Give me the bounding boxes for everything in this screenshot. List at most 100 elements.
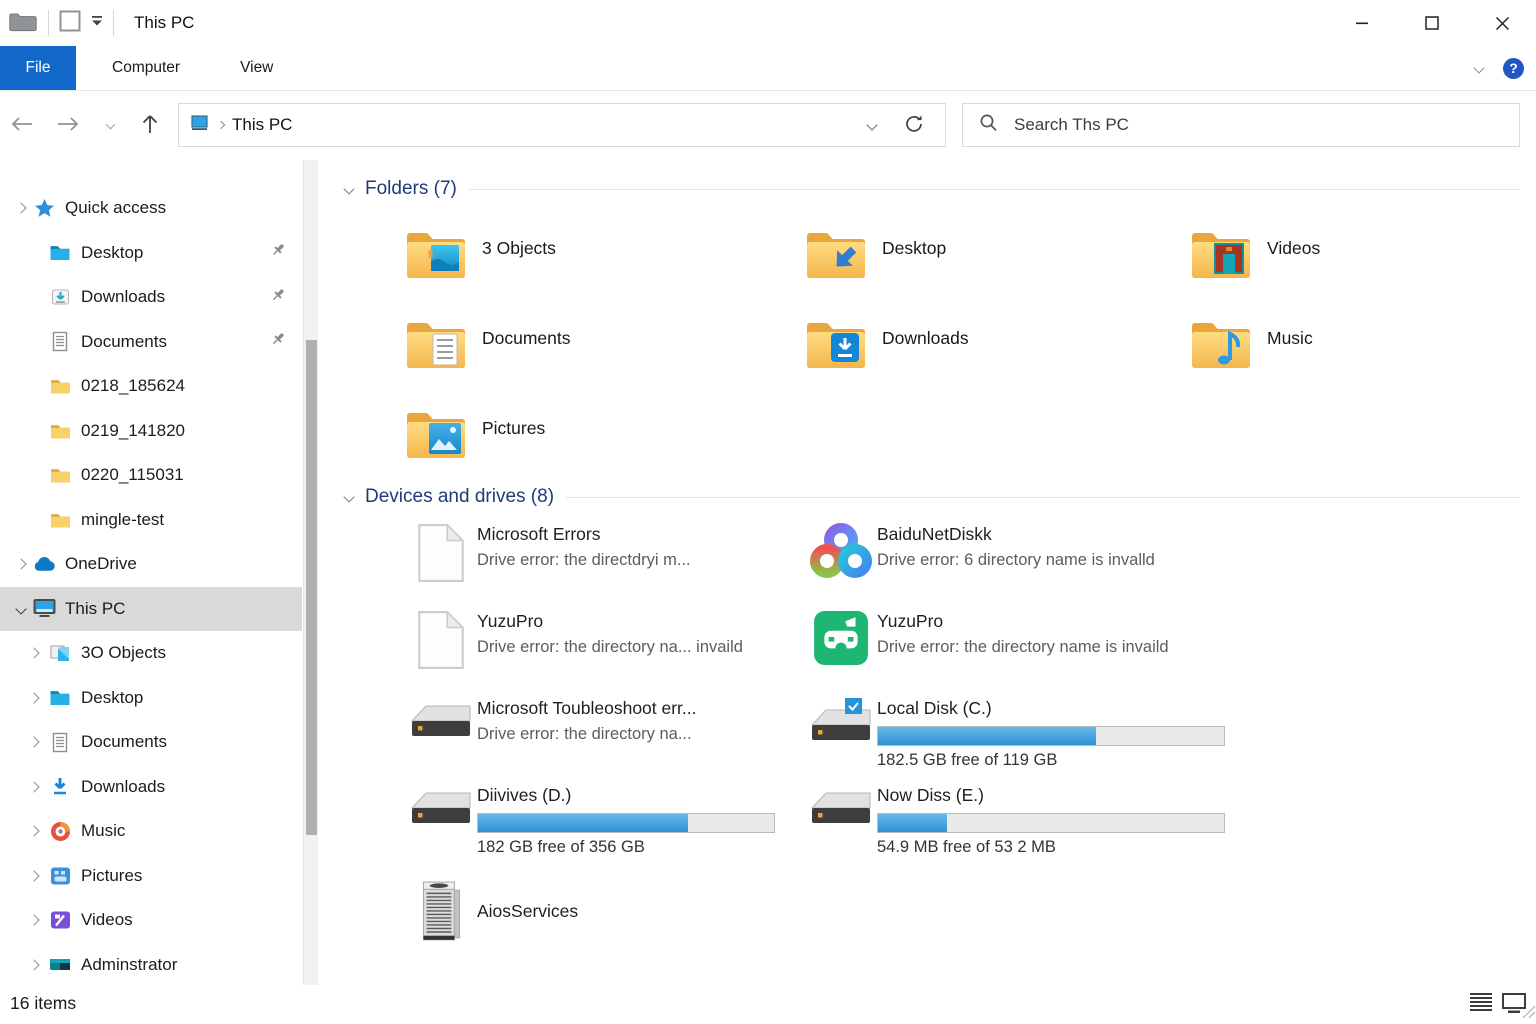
- device-tile-troubleshoot[interactable]: Microsoft Toubleoshoot err... Drive erro…: [405, 694, 805, 781]
- device-tile-microsoft-errors[interactable]: Microsoft Errors Drive error: the direct…: [405, 520, 805, 607]
- back-button[interactable]: [8, 106, 36, 142]
- sidebar-item-downloads-pinned[interactable]: Downloads: [0, 275, 302, 320]
- divider: [48, 10, 49, 36]
- sidebar-item-documents[interactable]: Documents: [0, 720, 302, 765]
- folder-icon: [48, 464, 72, 486]
- videos-folder-icon: [1190, 229, 1252, 286]
- sidebar-item-folder[interactable]: 0219_141820: [0, 409, 302, 454]
- sidebar-item-quick-access[interactable]: Quick access: [0, 186, 302, 231]
- chevron-right-icon[interactable]: [28, 648, 39, 659]
- help-button[interactable]: ?: [1503, 58, 1524, 79]
- forward-button[interactable]: [54, 106, 82, 142]
- ribbon-collapse-icon[interactable]: [1473, 62, 1484, 73]
- customize-toolbar-dropdown-icon[interactable]: [91, 14, 103, 32]
- sidebar-item-desktop-pinned[interactable]: Desktop: [0, 231, 302, 276]
- pin-icon[interactable]: [270, 331, 286, 352]
- folder-tile-documents[interactable]: Documents: [405, 302, 805, 392]
- sidebar-item-label: Downloads: [81, 287, 165, 307]
- sidebar-item-folder[interactable]: 0218_185624: [0, 364, 302, 409]
- device-status: Drive error: the directdryi m...: [477, 549, 691, 572]
- folder-tile-videos[interactable]: Videos: [1190, 212, 1320, 302]
- device-tile-baidunetdiskk[interactable]: BaiduNetDiskk Drive error: 6 directory n…: [805, 520, 1192, 607]
- device-tile-local-disk-c[interactable]: Local Disk (C.) 182.5 GB free of 119 GB: [805, 694, 1192, 781]
- chevron-right-icon[interactable]: [15, 203, 26, 214]
- chevron-right-icon[interactable]: [28, 781, 39, 792]
- sidebar-item-music[interactable]: Music: [0, 809, 302, 854]
- sidebar-item-label: Desktop: [81, 243, 143, 263]
- chevron-right-icon[interactable]: [28, 692, 39, 703]
- device-tile-drive-d[interactable]: Diivives (D.) 182 GB free of 356 GB: [405, 781, 805, 868]
- sidebar-item-documents-pinned[interactable]: Documents: [0, 320, 302, 365]
- folder-icon: [48, 375, 72, 397]
- sidebar-item-label: Videos: [81, 910, 133, 930]
- disk-free-text: 54.9 MB free of 53 2 MB: [877, 838, 1192, 857]
- close-button[interactable]: [1472, 0, 1532, 46]
- file-list-pane: Folders (7) 3 Objects Desktop Videos: [318, 160, 1536, 985]
- sidebar-item-administrator[interactable]: Adminstrator: [0, 943, 302, 986]
- up-button[interactable]: [136, 106, 164, 142]
- search-icon: [979, 113, 998, 137]
- search-input[interactable]: [1012, 114, 1436, 136]
- recent-locations-dropdown-icon[interactable]: [96, 106, 124, 142]
- group-collapse-icon[interactable]: [343, 183, 354, 194]
- breadcrumb-this-pc[interactable]: This PC: [232, 115, 292, 135]
- sidebar-item-label: 3O Objects: [81, 643, 166, 663]
- maximize-button[interactable]: [1402, 0, 1462, 46]
- sidebar-item-label: Documents: [81, 332, 167, 352]
- pin-icon[interactable]: [270, 242, 286, 263]
- tab-file[interactable]: File: [0, 46, 76, 90]
- folder-tile-downloads[interactable]: Downloads: [805, 302, 1190, 392]
- folder-icon[interactable]: [8, 9, 38, 38]
- search-box[interactable]: [962, 103, 1520, 147]
- group-header-devices[interactable]: Devices and drives (8): [345, 486, 1520, 508]
- tile-label: Desktop: [882, 238, 946, 259]
- folder-tile-pictures[interactable]: Pictures: [405, 392, 805, 482]
- chevron-right-icon[interactable]: [28, 737, 39, 748]
- group-header-folders[interactable]: Folders (7): [345, 178, 1520, 200]
- refresh-button[interactable]: [904, 114, 924, 140]
- sidebar-item-desktop[interactable]: Desktop: [0, 676, 302, 721]
- disk-free-text: 182.5 GB free of 119 GB: [877, 751, 1192, 770]
- device-tile-drive-e[interactable]: Now Diss (E.) 54.9 MB free of 53 2 MB: [805, 781, 1192, 868]
- chevron-right-icon[interactable]: [28, 826, 39, 837]
- device-tile-yuzupro[interactable]: YuzuPro Drive error: the directory name …: [805, 607, 1192, 694]
- sidebar-item-pictures[interactable]: Pictures: [0, 854, 302, 899]
- scrollbar-thumb[interactable]: [306, 340, 317, 835]
- folder-tile-desktop[interactable]: Desktop: [805, 212, 1190, 302]
- tile-label: Music: [1267, 328, 1313, 349]
- sidebar-item-folder[interactable]: 0220_115031: [0, 453, 302, 498]
- window-controls: [1332, 0, 1532, 46]
- address-bar[interactable]: This PC: [178, 103, 946, 147]
- pin-icon[interactable]: [270, 287, 286, 308]
- folder-tile-music[interactable]: Music: [1190, 302, 1320, 392]
- sidebar-scrollbar[interactable]: [303, 160, 318, 985]
- sidebar-item-onedrive[interactable]: OneDrive: [0, 542, 302, 587]
- device-tile-aiosservices[interactable]: AiosServices: [405, 868, 805, 955]
- sidebar-item-label: Adminstrator: [81, 955, 177, 975]
- sidebar-item-this-pc[interactable]: This PC: [0, 587, 302, 632]
- properties-button-icon[interactable]: [59, 10, 81, 37]
- pictures-icon: [48, 865, 72, 887]
- sidebar-item-folder[interactable]: mingle-test: [0, 498, 302, 543]
- sidebar-item-label: Downloads: [81, 777, 165, 797]
- downloads-folder-icon: [805, 319, 867, 376]
- sidebar-item-videos[interactable]: Videos: [0, 898, 302, 943]
- resize-grip[interactable]: [1522, 1005, 1536, 1024]
- navigation-pane: Quick access Desktop Downloads Documents: [0, 160, 302, 985]
- folder-tile-3-objects[interactable]: 3 Objects: [405, 212, 805, 302]
- tab-view[interactable]: View: [216, 46, 297, 90]
- minimize-button[interactable]: [1332, 0, 1392, 46]
- sidebar-item-downloads[interactable]: Downloads: [0, 765, 302, 810]
- chevron-right-icon[interactable]: [15, 559, 26, 570]
- chevron-right-icon[interactable]: [28, 870, 39, 881]
- chevron-down-icon[interactable]: [15, 603, 26, 614]
- tab-computer[interactable]: Computer: [88, 46, 204, 90]
- details-view-icon[interactable]: [1470, 993, 1492, 1017]
- sidebar-item-3d-objects[interactable]: 3O Objects: [0, 631, 302, 676]
- chevron-right-icon[interactable]: [28, 915, 39, 926]
- device-tile-yuzupro-file[interactable]: YuzuPro Drive error: the directory na...…: [405, 607, 805, 694]
- group-collapse-icon[interactable]: [343, 491, 354, 502]
- disk-usage-bar: [877, 726, 1225, 746]
- chevron-right-icon[interactable]: [28, 959, 39, 970]
- breadcrumb-chevron-icon[interactable]: [217, 121, 225, 129]
